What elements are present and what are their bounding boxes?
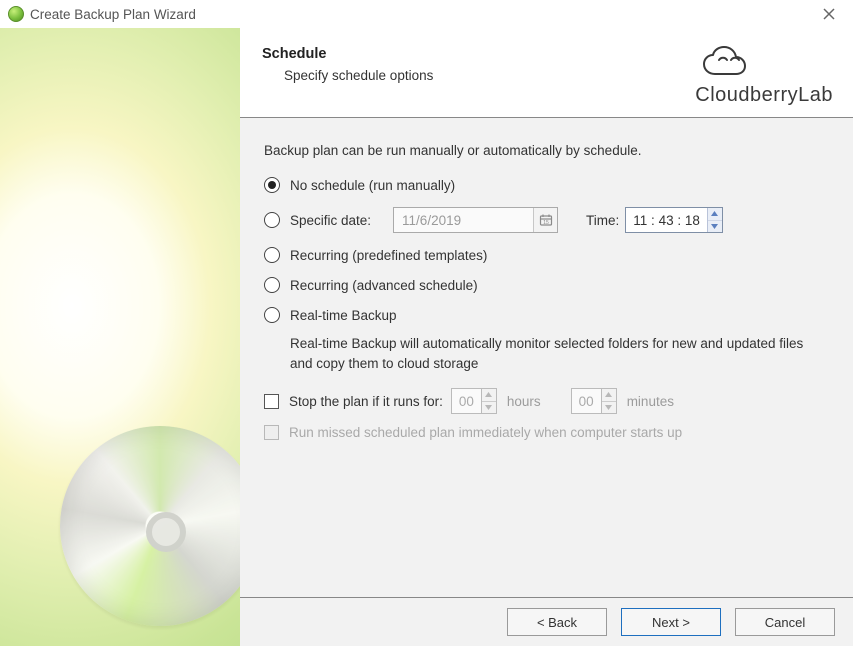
- radio-icon: [264, 307, 280, 323]
- option-label: Recurring (predefined templates): [290, 248, 487, 263]
- option-label: Recurring (advanced schedule): [290, 278, 478, 293]
- minutes-unit: minutes: [627, 394, 674, 409]
- svg-text:15: 15: [543, 220, 549, 226]
- cloud-icon: [695, 46, 833, 82]
- back-button[interactable]: < Back: [507, 608, 607, 636]
- option-realtime[interactable]: Real-time Backup: [264, 302, 829, 328]
- hours-unit: hours: [507, 394, 541, 409]
- spinner-up[interactable]: [482, 389, 496, 401]
- spinner-up[interactable]: [602, 389, 616, 401]
- next-button[interactable]: Next >: [621, 608, 721, 636]
- sidebar-graphic: [0, 28, 240, 646]
- stop-checkbox[interactable]: [264, 394, 279, 409]
- run-missed-row: Run missed scheduled plan immediately wh…: [264, 419, 829, 445]
- hours-value: 00: [452, 389, 481, 413]
- spinner-down[interactable]: [602, 401, 616, 414]
- spinner-up[interactable]: [708, 208, 722, 220]
- minutes-value: 00: [572, 389, 601, 413]
- page-title: Schedule: [262, 46, 695, 62]
- spinner-down[interactable]: [708, 220, 722, 233]
- header: Schedule Specify schedule options Cloudb…: [240, 28, 853, 118]
- stop-plan-row: Stop the plan if it runs for: 00 hours 0…: [264, 383, 829, 419]
- content: Schedule Specify schedule options Cloudb…: [240, 28, 853, 646]
- radio-icon: [264, 212, 280, 228]
- run-missed-checkbox: [264, 425, 279, 440]
- footer: < Back Next > Cancel: [240, 597, 853, 646]
- calendar-icon[interactable]: 15: [533, 208, 557, 232]
- window-title: Create Backup Plan Wizard: [30, 7, 813, 22]
- stop-label: Stop the plan if it runs for:: [289, 394, 443, 409]
- spinner-down[interactable]: [482, 401, 496, 414]
- radio-icon: [264, 177, 280, 193]
- panel: Backup plan can be run manually or autom…: [240, 118, 853, 597]
- option-label: Specific date:: [290, 213, 371, 228]
- next-label: Next >: [652, 615, 690, 630]
- main: Schedule Specify schedule options Cloudb…: [0, 28, 853, 646]
- realtime-description: Real-time Backup will automatically moni…: [290, 334, 810, 373]
- minutes-input[interactable]: 00: [571, 388, 617, 414]
- option-specific-date[interactable]: Specific date: 11/6/2019 15 Time: 1: [264, 202, 829, 238]
- time-label: Time:: [586, 213, 619, 228]
- back-label: < Back: [537, 615, 577, 630]
- time-input[interactable]: 11 : 43 : 18: [625, 207, 723, 233]
- time-value: 11 : 43 : 18: [626, 208, 707, 232]
- brand: CloudberryLab: [695, 46, 833, 107]
- cancel-label: Cancel: [765, 615, 805, 630]
- intro-text: Backup plan can be run manually or autom…: [264, 143, 829, 158]
- cancel-button[interactable]: Cancel: [735, 608, 835, 636]
- date-input[interactable]: 11/6/2019 15: [393, 207, 558, 233]
- disc-graphic: [60, 426, 240, 626]
- close-icon: [823, 8, 835, 20]
- radio-icon: [264, 247, 280, 263]
- hours-input[interactable]: 00: [451, 388, 497, 414]
- page-subtitle: Specify schedule options: [284, 68, 695, 83]
- option-no-schedule[interactable]: No schedule (run manually): [264, 172, 829, 198]
- title-bar: Create Backup Plan Wizard: [0, 0, 853, 28]
- option-label: No schedule (run manually): [290, 178, 455, 193]
- radio-icon: [264, 277, 280, 293]
- option-recurring-advanced[interactable]: Recurring (advanced schedule): [264, 272, 829, 298]
- date-value: 11/6/2019: [394, 213, 533, 228]
- app-icon: [8, 6, 24, 22]
- brand-name: CloudberryLab: [695, 84, 833, 107]
- run-missed-label: Run missed scheduled plan immediately wh…: [289, 425, 682, 440]
- close-button[interactable]: [813, 0, 845, 28]
- option-label: Real-time Backup: [290, 308, 397, 323]
- option-recurring-predefined[interactable]: Recurring (predefined templates): [264, 242, 829, 268]
